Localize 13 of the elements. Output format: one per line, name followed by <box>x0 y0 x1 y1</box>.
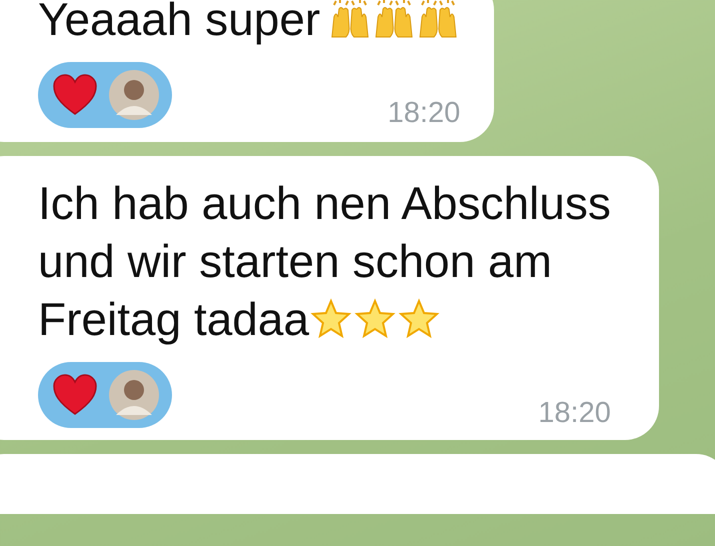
message-time: 18:20 <box>388 97 460 130</box>
message-text: Freitag tadaa <box>38 293 310 345</box>
avatar-icon <box>108 69 160 121</box>
avatar-icon <box>108 369 160 421</box>
heart-icon <box>52 74 98 116</box>
message-text: und wir starten schon am <box>38 235 552 287</box>
heart-icon <box>52 374 98 416</box>
glowing-star-icon <box>397 297 442 341</box>
message-time: 18:20 <box>538 397 611 430</box>
glowing-star-icon <box>309 297 354 341</box>
message-text: Ich hab auch nen Abschluss <box>38 177 611 229</box>
message-text: Yeaaah super <box>38 0 320 45</box>
glowing-star-icon <box>353 297 398 341</box>
